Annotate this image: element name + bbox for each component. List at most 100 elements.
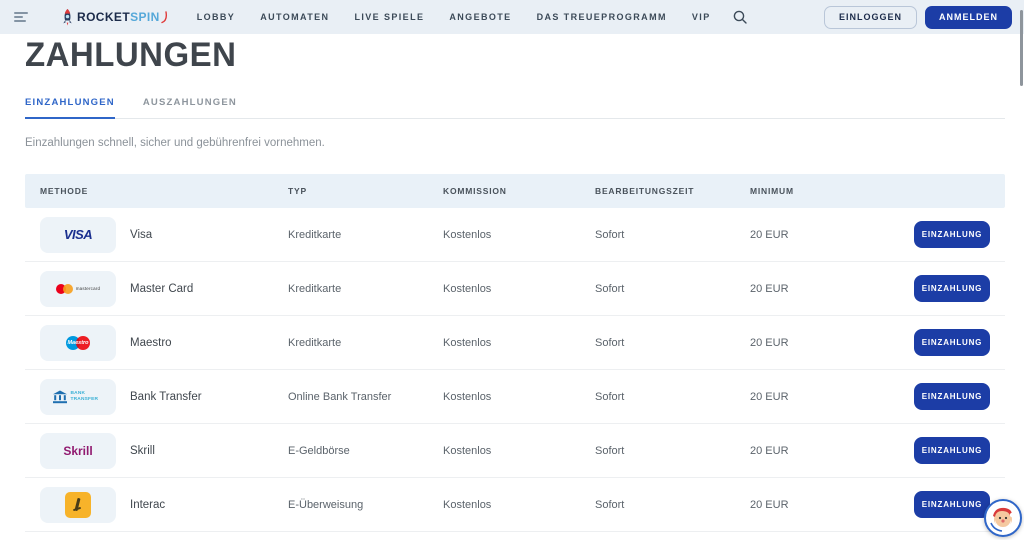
cell-bearbeitungszeit: Sofort <box>595 391 750 403</box>
cell-typ: Kreditkarte <box>288 229 443 241</box>
tabs-bar: EINZAHLUNGEN AUSZAHLUNGEN <box>25 97 1005 119</box>
cell-typ: Kreditkarte <box>288 337 443 349</box>
payment-name: Maestro <box>130 337 172 349</box>
brand-logo[interactable]: ROCKETSPIN <box>61 9 171 26</box>
cell-method: Interac <box>40 487 288 523</box>
payment-name: Interac <box>130 499 165 511</box>
cell-action: EINZAHLUNG <box>914 275 990 302</box>
deposit-button[interactable]: EINZAHLUNG <box>914 329 990 356</box>
payment-logo-label: VISA <box>64 227 92 242</box>
main-content: ZAHLUNGEN EINZAHLUNGEN AUSZAHLUNGEN Einza… <box>0 34 1024 532</box>
column-header: KOMMISSION <box>443 186 595 196</box>
payment-logo: Maestro <box>40 325 116 361</box>
tab-einzahlungen[interactable]: EINZAHLUNGEN <box>25 97 115 118</box>
login-button[interactable]: EINLOGGEN <box>824 6 917 29</box>
cell-bearbeitungszeit: Sofort <box>595 337 750 349</box>
payment-logo-label: mastercard <box>76 286 101 291</box>
deposit-button[interactable]: EINZAHLUNG <box>914 491 990 518</box>
bank-icon <box>52 390 68 404</box>
cell-method: BANK TRANSFER Bank Transfer <box>40 379 288 415</box>
cell-method: mastercard Master Card <box>40 271 288 307</box>
payment-logo: mastercard <box>40 271 116 307</box>
cell-bearbeitungszeit: Sofort <box>595 499 750 511</box>
table-row: Skrill Skrill E-Geldbörse Kostenlos Sofo… <box>25 424 1005 478</box>
card-circles-icon <box>56 284 73 294</box>
deposit-button[interactable]: EINZAHLUNG <box>914 275 990 302</box>
cell-minimum: 20 EUR <box>750 445 913 457</box>
cell-minimum: 20 EUR <box>750 391 913 403</box>
table-row: Maestro Maestro Kreditkarte Kostenlos So… <box>25 316 1005 370</box>
table-row: BANK TRANSFER Bank Transfer Online Bank … <box>25 370 1005 424</box>
cell-kommission: Kostenlos <box>443 337 595 349</box>
top-nav-bar: ROCKETSPIN LOBBY AUTOMATEN LIVE SPIELE ANGE… <box>0 0 1024 34</box>
cell-action: EINZAHLUNG <box>914 491 990 518</box>
rocket-icon <box>61 9 74 26</box>
search-icon[interactable] <box>733 10 747 24</box>
main-nav: LOBBY AUTOMATEN LIVE SPIELE ANGEBOTE DAS TRE… <box>197 12 711 22</box>
interac-icon <box>65 492 91 518</box>
nav-item[interactable]: VIP <box>692 12 711 22</box>
payment-name: Bank Transfer <box>130 391 202 403</box>
cell-action: EINZAHLUNG <box>914 221 990 248</box>
nav-item[interactable]: DAS TREUEPROGRAMM <box>537 12 667 22</box>
payment-logo-label: Skrill <box>63 444 92 458</box>
payment-logo: Skrill <box>40 433 116 469</box>
payment-name: Skrill <box>130 445 155 457</box>
cell-method: Skrill Skrill <box>40 433 288 469</box>
deposit-button[interactable]: EINZAHLUNG <box>914 221 990 248</box>
nav-item[interactable]: LIVE SPIELE <box>354 12 424 22</box>
cell-action: EINZAHLUNG <box>914 329 990 356</box>
cell-kommission: Kostenlos <box>443 445 595 457</box>
cell-typ: E-Überweisung <box>288 499 443 511</box>
cell-bearbeitungszeit: Sofort <box>595 229 750 241</box>
nav-item[interactable]: LOBBY <box>197 12 236 22</box>
cell-minimum: 20 EUR <box>750 499 913 511</box>
cell-typ: E-Geldbörse <box>288 445 443 457</box>
menu-icon[interactable] <box>14 12 29 22</box>
cell-action: EINZAHLUNG <box>914 383 990 410</box>
payment-logo: VISA <box>40 217 116 253</box>
cell-kommission: Kostenlos <box>443 391 595 403</box>
tab-auszahlungen[interactable]: AUSZAHLUNGEN <box>143 97 237 118</box>
page-title: ZAHLUNGEN <box>25 38 994 72</box>
column-header: METHODE <box>40 186 288 196</box>
cell-method: Maestro Maestro <box>40 325 288 361</box>
payment-name: Visa <box>130 229 152 241</box>
deposit-button[interactable]: EINZAHLUNG <box>914 437 990 464</box>
cell-method: VISA Visa <box>40 217 288 253</box>
table-row: VISA Visa Kreditkarte Kostenlos Sofort 2… <box>25 208 1005 262</box>
payment-logo-label: Maestro <box>67 340 88 346</box>
cell-bearbeitungszeit: Sofort <box>595 283 750 295</box>
cell-kommission: Kostenlos <box>443 229 595 241</box>
column-header: MINIMUM <box>750 186 913 196</box>
register-button[interactable]: ANMELDEN <box>925 6 1012 29</box>
table-header-row: METHODETYPKOMMISSIONBEARBEITUNGSZEITMINI… <box>25 174 1005 208</box>
auth-buttons: EINLOGGEN ANMELDEN <box>824 6 1012 29</box>
cell-action: EINZAHLUNG <box>914 437 990 464</box>
payment-logo: BANK TRANSFER <box>40 379 116 415</box>
scrollbar-thumb[interactable] <box>1020 10 1023 86</box>
table-row: mastercard Master Card Kreditkarte Koste… <box>25 262 1005 316</box>
payment-logo-label: BANK TRANSFER <box>71 391 105 402</box>
cell-typ: Kreditkarte <box>288 283 443 295</box>
cell-minimum: 20 EUR <box>750 229 913 241</box>
page-description: Einzahlungen schnell, sicher und gebühre… <box>25 137 1024 149</box>
column-header: TYP <box>288 186 443 196</box>
nav-item[interactable]: AUTOMATEN <box>260 12 329 22</box>
payment-logo <box>40 487 116 523</box>
deposit-button[interactable]: EINZAHLUNG <box>914 383 990 410</box>
brand-text-secondary: SPIN <box>130 10 160 24</box>
support-chat-widget[interactable] <box>984 499 1022 537</box>
nav-item[interactable]: ANGEBOTE <box>449 12 511 22</box>
santa-avatar-icon <box>988 503 1018 533</box>
cell-kommission: Kostenlos <box>443 499 595 511</box>
table-body: VISA Visa Kreditkarte Kostenlos Sofort 2… <box>25 208 1005 532</box>
cell-minimum: 20 EUR <box>750 283 913 295</box>
cell-bearbeitungszeit: Sofort <box>595 445 750 457</box>
cell-kommission: Kostenlos <box>443 283 595 295</box>
brand-swoosh-icon <box>161 11 168 24</box>
brand-text-primary: ROCKET <box>77 10 130 24</box>
cell-minimum: 20 EUR <box>750 337 913 349</box>
payments-table: METHODETYPKOMMISSIONBEARBEITUNGSZEITMINI… <box>25 174 1005 532</box>
cell-typ: Online Bank Transfer <box>288 391 443 403</box>
